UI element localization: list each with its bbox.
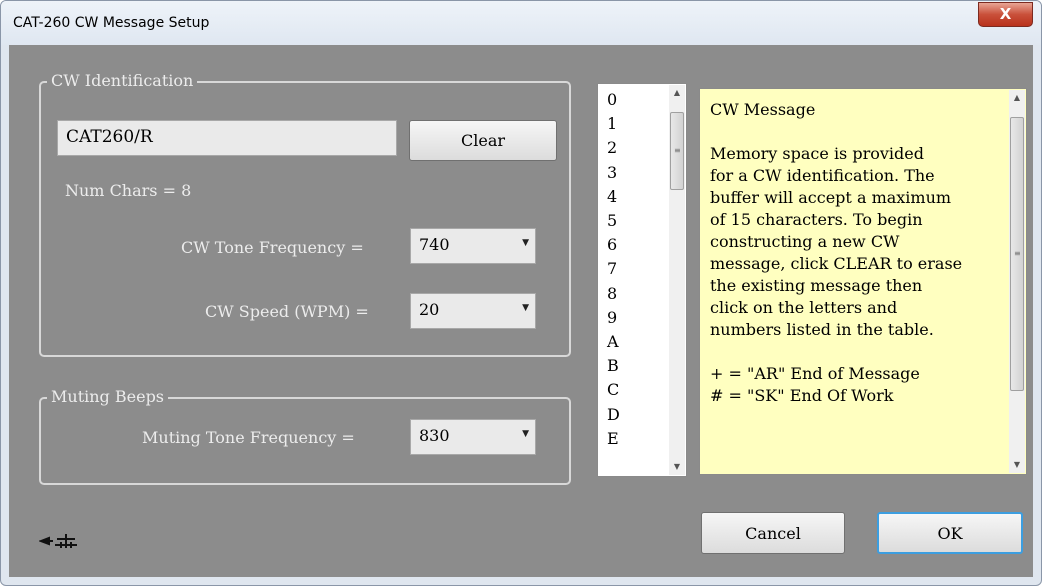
help-line: click on the letters and	[710, 298, 898, 317]
help-line	[710, 121, 1000, 143]
character-list-item[interactable]: C	[607, 380, 619, 400]
scroll-down-icon[interactable]: ▼	[669, 459, 685, 475]
clear-button[interactable]: Clear	[409, 120, 557, 161]
help-text: CW Message Memory space is provided for a…	[710, 99, 1000, 407]
cw-identification-label: CW Identification	[47, 71, 198, 91]
character-list-item[interactable]: 6	[607, 235, 617, 255]
character-list-item[interactable]: B	[607, 356, 619, 376]
character-list-item[interactable]: 0	[607, 90, 617, 110]
close-icon: X	[999, 5, 1012, 23]
help-line: numbers listed in the table.	[710, 320, 934, 339]
help-line: + = "AR" End of Message	[710, 364, 920, 383]
scroll-up-icon[interactable]: ▲	[669, 85, 685, 101]
num-chars-label: Num Chars = 8	[65, 181, 192, 200]
help-line: # = "SK" End Of Work	[710, 386, 894, 405]
scroll-up-icon[interactable]: ▲	[1009, 90, 1025, 106]
title-bar[interactable]: CAT-260 CW Message Setup X	[1, 1, 1041, 45]
cw-tone-frequency-label: CW Tone Frequency =	[181, 238, 364, 257]
character-list-item[interactable]: E	[607, 429, 619, 449]
scroll-thumb[interactable]: ≡	[670, 112, 684, 190]
help-line	[710, 341, 1000, 363]
character-list-item[interactable]: D	[607, 405, 620, 425]
character-list-item[interactable]: 1	[607, 114, 617, 134]
character-list-item[interactable]: 8	[607, 284, 617, 304]
close-button[interactable]: X	[978, 2, 1033, 27]
character-list-item[interactable]: 4	[607, 187, 617, 207]
help-line: constructing a new CW	[710, 232, 900, 251]
muting-tone-frequency-label: Muting Tone Frequency =	[142, 428, 355, 447]
help-line: buffer will accept a maximum	[710, 188, 952, 207]
window-title: CAT-260 CW Message Setup	[13, 15, 210, 31]
cw-speed-value: 20	[419, 300, 440, 319]
help-textbox[interactable]: CW Message Memory space is provided for a…	[699, 88, 1027, 475]
character-list-item[interactable]: 2	[607, 138, 617, 158]
character-listbox[interactable]: 0 1 2 3 4 5 6 7 8 9 ABCDE ▲ ≡ ▼	[597, 83, 687, 477]
cancel-button[interactable]: Cancel	[701, 512, 845, 554]
chevron-down-icon: ▼	[522, 238, 529, 248]
help-heading: CW Message	[710, 100, 816, 119]
character-list-item[interactable]: 5	[607, 211, 617, 231]
help-line: the existing message then	[710, 276, 923, 295]
help-line: message, click CLEAR to erase	[710, 254, 963, 273]
cw-tone-frequency-value: 740	[419, 235, 450, 254]
dialog-window: CAT-260 CW Message Setup X CW Identifica…	[0, 0, 1042, 586]
scroll-down-icon[interactable]: ▼	[1009, 457, 1025, 473]
muting-tone-frequency-value: 830	[419, 426, 450, 445]
character-list-item[interactable]: 3	[607, 163, 617, 183]
help-line: for a CW identification. The	[710, 166, 935, 185]
character-list-item[interactable]: 7	[607, 259, 617, 279]
scroll-thumb[interactable]: ≡	[1010, 117, 1024, 391]
dialog-client-area: CW Identification CAT260/R Clear Num Cha…	[9, 45, 1033, 577]
help-line: of 15 characters. To begin	[710, 210, 923, 229]
help-scrollbar[interactable]: ▲ ≡ ▼	[1009, 90, 1025, 473]
character-list-item[interactable]: 9	[607, 308, 617, 328]
grip-icon: ≡	[1014, 249, 1021, 258]
chevron-down-icon: ▼	[522, 303, 529, 313]
help-line: Memory space is provided	[710, 144, 924, 163]
chevron-down-icon: ▼	[522, 429, 529, 439]
cw-speed-label: CW Speed (WPM) =	[205, 302, 369, 321]
cw-key-logo-icon	[39, 534, 77, 548]
cw-message-input[interactable]: CAT260/R	[57, 120, 397, 156]
grip-icon: ≡	[674, 146, 681, 155]
character-list-scrollbar[interactable]: ▲ ≡ ▼	[669, 85, 685, 475]
character-list-item[interactable]: A	[607, 332, 619, 352]
ok-button[interactable]: OK	[877, 512, 1023, 554]
cw-tone-frequency-dropdown[interactable]: 740 ▼	[410, 228, 536, 264]
muting-tone-frequency-dropdown[interactable]: 830 ▼	[410, 419, 536, 455]
cw-speed-dropdown[interactable]: 20 ▼	[410, 293, 536, 329]
muting-beeps-label: Muting Beeps	[47, 387, 169, 407]
